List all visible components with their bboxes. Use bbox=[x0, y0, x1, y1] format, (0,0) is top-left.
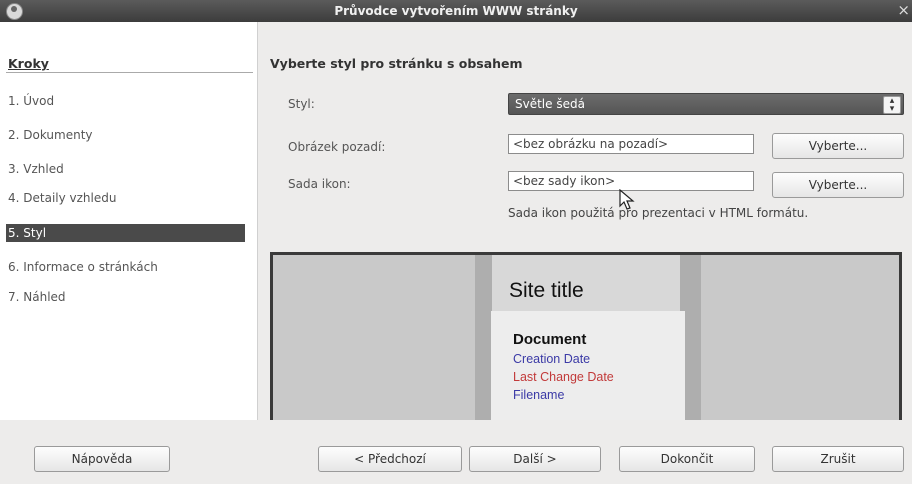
step-preview[interactable]: 7. Náhled bbox=[0, 288, 251, 306]
mouse-pointer-icon bbox=[619, 188, 635, 214]
step-web-info[interactable]: 6. Informace o stránkách bbox=[0, 258, 251, 276]
step-style[interactable]: 5. Styl bbox=[6, 224, 245, 242]
background-label: Obrázek pozadí: bbox=[288, 140, 386, 154]
steps-sidebar: Kroky 1. Úvod 2. Dokumenty 3. Vzhled 4. … bbox=[0, 22, 258, 420]
select-spinner-icon[interactable]: ▴ ▾ bbox=[883, 96, 901, 114]
iconset-hint: Sada ikon použitá pro prezentaci v HTML … bbox=[508, 206, 809, 220]
style-select-value: Světle šedá bbox=[515, 97, 585, 111]
finish-button[interactable]: Dokončit bbox=[619, 446, 755, 472]
iconset-field[interactable]: <bez sady ikon> bbox=[508, 171, 754, 191]
step-layout[interactable]: 3. Vzhled bbox=[0, 160, 251, 178]
style-label: Styl: bbox=[288, 97, 315, 111]
preview-last-change-date: Last Change Date bbox=[513, 370, 614, 384]
window-title: Průvodce vytvořením WWW stránky bbox=[334, 4, 578, 18]
steps-heading: Kroky bbox=[8, 56, 49, 71]
preview-document-title: Document bbox=[513, 331, 587, 348]
help-button[interactable]: Nápověda bbox=[34, 446, 170, 472]
preview-site-title: Site title bbox=[509, 279, 584, 302]
button-bar: Nápověda < Předchozí Další > Dokončit Zr… bbox=[0, 420, 912, 484]
sidebar-divider bbox=[6, 72, 253, 73]
close-icon[interactable]: × bbox=[897, 1, 910, 19]
iconset-label: Sada ikon: bbox=[288, 177, 351, 191]
page-title: Vyberte styl pro stránku s obsahem bbox=[270, 56, 523, 71]
cancel-button[interactable]: Zrušit bbox=[772, 446, 904, 472]
preview-creation-date: Creation Date bbox=[513, 352, 591, 366]
preview-filename: Filename bbox=[513, 388, 565, 402]
title-bar: Průvodce vytvořením WWW stránky × bbox=[0, 0, 912, 22]
previous-button[interactable]: < Předchozí bbox=[318, 446, 462, 472]
background-browse-button[interactable]: Vyberte... bbox=[772, 133, 904, 159]
style-select[interactable]: Světle šedá ▴ ▾ bbox=[508, 93, 904, 115]
step-documents[interactable]: 2. Dokumenty bbox=[0, 126, 251, 144]
step-layout-details[interactable]: 4. Detaily vzhledu bbox=[0, 189, 251, 207]
step-intro[interactable]: 1. Úvod bbox=[0, 92, 251, 110]
style-preview: Site title Document Creation Date Last C… bbox=[270, 252, 902, 422]
preview-content-panel bbox=[491, 311, 685, 422]
iconset-browse-button[interactable]: Vyberte... bbox=[772, 172, 904, 198]
next-button[interactable]: Další > bbox=[469, 446, 601, 472]
background-field[interactable]: <bez obrázku na pozadí> bbox=[508, 134, 754, 154]
